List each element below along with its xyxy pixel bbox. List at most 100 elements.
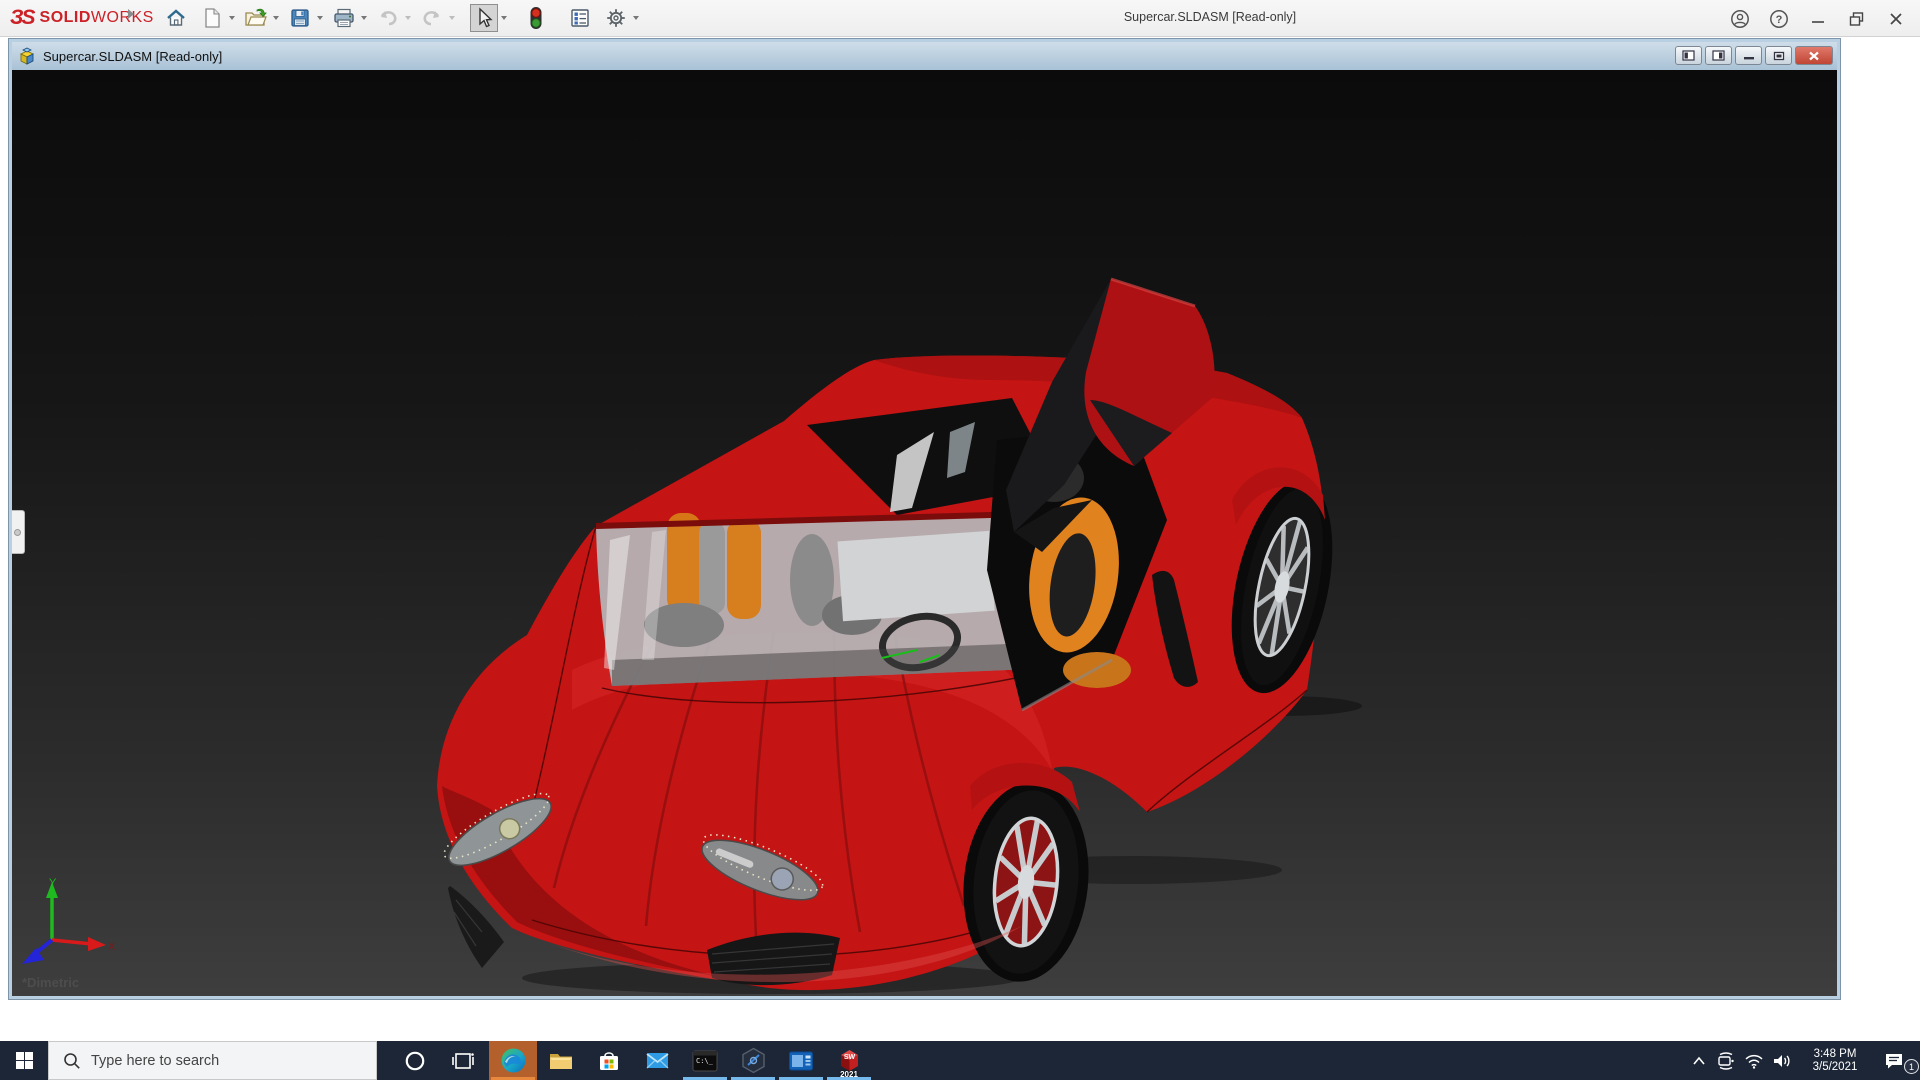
restore-icon xyxy=(1849,11,1864,26)
select-tool-button[interactable] xyxy=(470,4,498,32)
brand-light: WORKS xyxy=(90,9,154,26)
options-dropdown[interactable] xyxy=(630,4,642,32)
options-button[interactable] xyxy=(602,4,630,32)
cmd-prompt-text: C:\_ xyxy=(696,1057,714,1065)
taskbar-mail[interactable] xyxy=(633,1041,681,1080)
save-dropdown[interactable] xyxy=(314,4,326,32)
home-button[interactable] xyxy=(162,4,190,32)
doc-pane-right-button[interactable] xyxy=(1705,46,1732,65)
svg-text:?: ? xyxy=(1776,14,1783,26)
selection-filter-button[interactable] xyxy=(522,4,550,32)
open-button[interactable] xyxy=(242,4,270,32)
open-dropdown[interactable] xyxy=(270,4,282,32)
redo-icon xyxy=(423,11,440,26)
display-pane-button[interactable] xyxy=(566,4,594,32)
meet-now-icon xyxy=(1718,1051,1734,1070)
taskbar-command-prompt[interactable]: C:\_ xyxy=(681,1041,729,1080)
hexagon-app-icon xyxy=(741,1047,765,1074)
app-window-title: Supercar.SLDASM [Read-only] xyxy=(1123,10,1297,24)
taskbar-edge[interactable] xyxy=(489,1041,537,1080)
minimize-icon xyxy=(1812,20,1824,23)
redo-button[interactable] xyxy=(418,4,446,32)
store-icon xyxy=(600,1051,618,1070)
print-dropdown[interactable] xyxy=(358,4,370,32)
action-center-button[interactable]: 1 xyxy=(1874,1041,1919,1080)
chevron-up-icon xyxy=(1693,1056,1705,1065)
meet-now-button[interactable] xyxy=(1712,1041,1740,1080)
brand-bold: SOLID xyxy=(39,9,91,26)
selection-filter-icon xyxy=(530,7,542,29)
redo-dropdown[interactable] xyxy=(446,4,458,32)
tray-expand-button[interactable] xyxy=(1686,1041,1712,1080)
close-icon xyxy=(1890,12,1902,25)
print-button[interactable] xyxy=(330,4,358,32)
save-icon xyxy=(291,9,309,27)
edge-icon xyxy=(501,1048,525,1073)
triad-y-label: Y xyxy=(49,877,57,889)
command-prompt-icon: C:\_ xyxy=(692,1050,718,1071)
pane-handle-dot xyxy=(14,529,21,536)
select-tool-dropdown[interactable] xyxy=(498,4,510,32)
clock-time: 3:48 PM xyxy=(1813,1047,1857,1060)
doc-restore-icon xyxy=(1773,51,1784,60)
notification-badge: 1 xyxy=(1904,1059,1919,1074)
brand-expand-arrow[interactable] xyxy=(128,9,134,19)
new-document-icon xyxy=(205,8,220,28)
taskbar-search[interactable] xyxy=(48,1041,377,1080)
feature-pane-handle[interactable] xyxy=(12,510,25,554)
3d-viewport[interactable]: Y X *Dimetric xyxy=(12,70,1837,996)
taskbar-apps: C:\_ SW 2021 xyxy=(489,1041,873,1080)
svg-text:SW: SW xyxy=(843,1054,855,1061)
volume-icon xyxy=(1774,1054,1790,1067)
restore-button[interactable] xyxy=(1847,9,1867,29)
search-input[interactable] xyxy=(91,1052,351,1069)
save-button[interactable] xyxy=(286,4,314,32)
assembly-icon xyxy=(19,47,35,65)
wifi-icon xyxy=(1745,1054,1763,1069)
doc-close-icon xyxy=(1809,51,1819,60)
taskbar-clock[interactable]: 3:48 PM 3/5/2021 xyxy=(1804,1048,1866,1074)
start-button[interactable] xyxy=(0,1041,48,1080)
file-explorer-icon xyxy=(550,1053,572,1069)
cortana-button[interactable] xyxy=(392,1041,438,1080)
document-window: Supercar.SLDASM [Read-only] Y X *Dimetri… xyxy=(8,38,1841,1000)
doc-restore-button[interactable] xyxy=(1765,46,1792,65)
new-document-button[interactable] xyxy=(198,4,226,32)
pane-right-icon xyxy=(1712,50,1725,61)
taskbar-file-explorer[interactable] xyxy=(537,1041,585,1080)
open-icon xyxy=(245,8,267,26)
display-pane-icon xyxy=(571,9,589,27)
undo-dropdown[interactable] xyxy=(402,4,414,32)
account-icon xyxy=(1731,9,1749,28)
app-titlebar: ЗS SOLIDWORKS Supercar.SLDASM [Read-only… xyxy=(0,0,1920,37)
home-icon xyxy=(167,9,185,26)
undo-button[interactable] xyxy=(374,4,402,32)
windows-logo-icon xyxy=(15,1052,33,1069)
taskbar-solidworks[interactable]: SW 2021 xyxy=(825,1041,873,1080)
pane-left-icon xyxy=(1682,50,1695,61)
account-button[interactable] xyxy=(1730,9,1750,29)
doc-close-button[interactable] xyxy=(1795,46,1833,65)
undo-icon xyxy=(380,11,397,26)
volume-button[interactable] xyxy=(1768,1041,1796,1080)
system-tray: 3:48 PM 3/5/2021 1 xyxy=(1686,1041,1919,1080)
clock-date: 3/5/2021 xyxy=(1812,1060,1858,1073)
close-button[interactable] xyxy=(1886,9,1906,29)
new-document-dropdown[interactable] xyxy=(226,4,238,32)
document-titlebar[interactable]: Supercar.SLDASM [Read-only] xyxy=(12,42,1837,70)
taskbar-store[interactable] xyxy=(585,1041,633,1080)
task-view-icon xyxy=(452,1052,474,1069)
taskbar-media-app[interactable] xyxy=(777,1041,825,1080)
supercar-model[interactable] xyxy=(12,70,1837,996)
doc-minimize-icon xyxy=(1743,56,1754,59)
doc-minimize-button[interactable] xyxy=(1735,46,1762,65)
help-icon: ? xyxy=(1770,9,1788,28)
help-button[interactable]: ? xyxy=(1769,9,1789,29)
task-view-button[interactable] xyxy=(440,1041,486,1080)
view-orientation-label: *Dimetric xyxy=(22,975,80,990)
taskbar-hexagon-app[interactable] xyxy=(729,1041,777,1080)
wifi-button[interactable] xyxy=(1740,1041,1768,1080)
doc-pane-left-button[interactable] xyxy=(1675,46,1702,65)
orientation-triad: Y X xyxy=(22,877,116,964)
minimize-button[interactable] xyxy=(1808,9,1828,29)
